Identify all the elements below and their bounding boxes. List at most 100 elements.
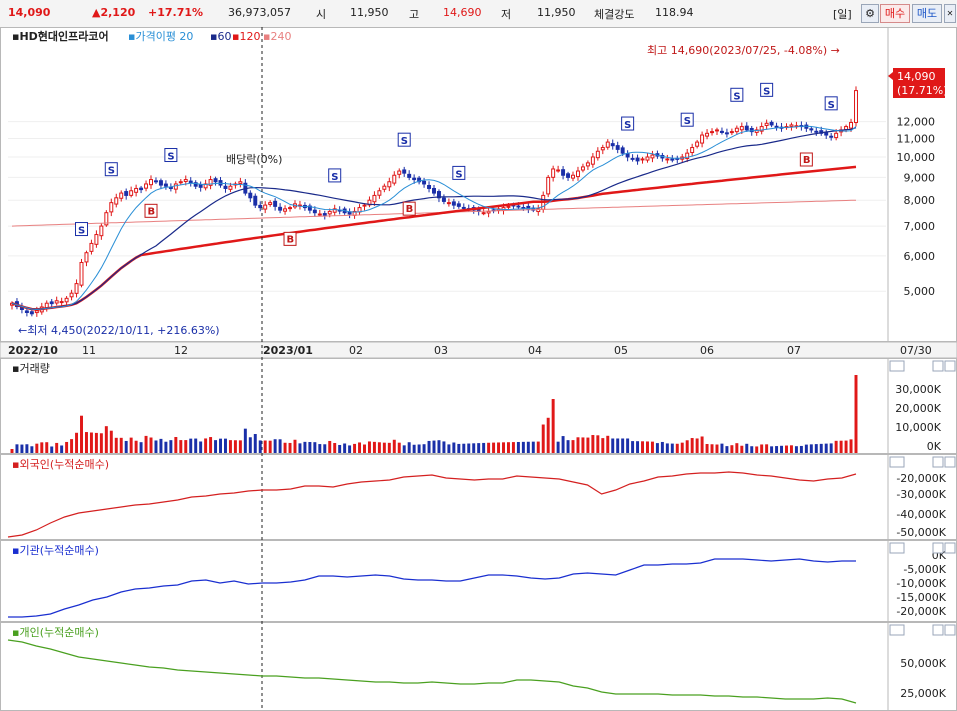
volume-bar: [358, 442, 362, 453]
candle-body: [59, 301, 64, 304]
institution-tick-label: -20,000K: [896, 605, 946, 618]
volume-bar: [571, 440, 575, 453]
candle-body: [178, 181, 183, 184]
volume-bar: [854, 375, 858, 453]
volume-bar: [25, 444, 29, 453]
legend-ma240: ▪240: [263, 30, 291, 43]
legend-ma120: ▪120: [232, 30, 260, 43]
volume-bar: [238, 440, 242, 453]
candle-body: [89, 242, 94, 252]
volume-bar: [258, 440, 262, 453]
candle-body: [556, 169, 561, 172]
volume-bar: [775, 446, 779, 453]
volume-bar: [328, 440, 332, 453]
volume-bar: [660, 441, 664, 453]
volume-bar: [506, 442, 510, 453]
volume-bar: [104, 426, 108, 453]
volume-bar: [432, 440, 436, 453]
volume-bar: [169, 440, 173, 453]
x-axis-label: 05: [614, 344, 628, 357]
volume-bar: [551, 399, 555, 453]
candle-body: [99, 225, 104, 237]
candle-body: [223, 185, 228, 189]
buy-signal-letter: B: [148, 206, 156, 217]
volume-bar: [194, 438, 198, 453]
institution-panel-frame: [0, 540, 957, 622]
candle-body: [744, 125, 749, 131]
candle-body: [144, 183, 149, 189]
candle-body: [451, 201, 456, 206]
volume-bar: [303, 441, 307, 453]
candle-body: [700, 134, 705, 144]
volume-bar: [348, 445, 352, 453]
volume-bar: [814, 444, 818, 453]
candle-body: [29, 311, 34, 315]
candle-body: [734, 127, 739, 133]
candle-body: [710, 131, 715, 134]
candle-body: [312, 209, 317, 214]
panel-close-button: [944, 624, 956, 636]
volume-bar: [114, 437, 118, 453]
volume-bar: [89, 432, 93, 453]
candle-body: [158, 180, 163, 186]
volume-bar: [209, 437, 213, 453]
volume-bar: [690, 438, 694, 453]
price-tick-label: 9,000: [904, 171, 936, 184]
volume-bar: [586, 437, 590, 453]
candle-body: [561, 169, 566, 176]
candle-body: [441, 197, 446, 202]
candle-body: [635, 157, 640, 162]
volume-bar: [363, 444, 366, 453]
candle-body: [139, 187, 144, 191]
x-axis-band: [0, 341, 957, 359]
price-tick-label: 12,000: [897, 116, 936, 129]
panel-close-button: [944, 542, 956, 554]
x-axis-label: 07/30: [900, 344, 932, 357]
volume-tick-label: 20,000K: [895, 402, 941, 415]
volume-bar: [199, 441, 203, 453]
volume-bar: [725, 446, 729, 453]
volume-bar: [606, 435, 610, 453]
volume-bar: [219, 438, 222, 453]
x-axis-label: 2023/01: [263, 344, 313, 357]
sell-signal-letter: S: [167, 152, 174, 163]
candle-body: [640, 158, 645, 161]
volume-bar: [511, 442, 515, 453]
volume-bar: [318, 444, 322, 453]
candle-body: [764, 122, 769, 126]
candle-body: [198, 184, 203, 188]
volume-bar: [129, 437, 133, 453]
volume-bar: [720, 443, 724, 453]
candle-body: [600, 147, 605, 151]
volume-bar: [50, 446, 54, 453]
volume-bar: [487, 442, 491, 453]
candle-body: [620, 147, 625, 154]
candle-body: [834, 132, 839, 139]
institution-tick-label: -10,000K: [896, 577, 946, 590]
volume-bar: [417, 444, 421, 453]
candle-body: [690, 147, 695, 154]
x-axis-label: 03: [434, 344, 448, 357]
volume-bar: [447, 444, 451, 453]
candle-body: [109, 202, 114, 213]
price-panel-frame: [0, 27, 957, 342]
volume-bar: [804, 444, 808, 453]
foreign-tick-label: -50,000K: [896, 526, 946, 539]
candle-body: [427, 184, 432, 189]
volume-bar: [760, 444, 764, 453]
volume-bar: [492, 442, 496, 453]
volume-bar: [189, 438, 193, 453]
volume-bar: [472, 443, 476, 453]
sell-signal-letter: S: [684, 116, 691, 127]
volume-bar: [263, 440, 267, 453]
low-note: ←최저 4,450(2022/10/11, +216.63%): [18, 324, 220, 337]
sell-signal-letter: S: [78, 226, 85, 237]
candle-body: [854, 90, 858, 124]
candle-body: [114, 197, 119, 205]
volume-bar: [184, 440, 188, 453]
stock-chart: 5,000 6,000 7,000 8,000 9,000 10,000 11,000 12,…: [0, 27, 957, 711]
candle-body: [119, 192, 124, 199]
volume-bar: [144, 435, 148, 453]
volume-bar: [631, 441, 635, 453]
volume-bar: [596, 435, 600, 453]
